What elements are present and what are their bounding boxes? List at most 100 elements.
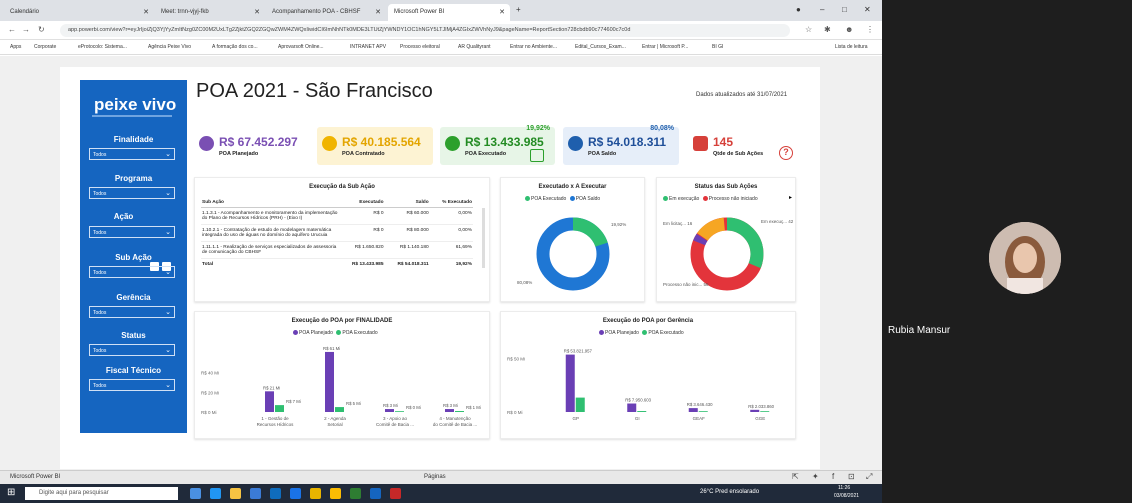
filter-status[interactable]: Todos ⌄ (89, 344, 175, 356)
close-icon[interactable]: ✕ (499, 8, 505, 16)
bar[interactable] (565, 354, 575, 412)
table-scrollbar[interactable] (482, 208, 485, 268)
filter-acao[interactable]: Todos ⌄ (89, 226, 175, 238)
bar[interactable] (637, 411, 647, 412)
forward-icon[interactable]: → (22, 25, 30, 34)
filter-sub-acao[interactable]: Todos ⌄ (89, 266, 175, 278)
gerencia-bar-chart[interactable]: R$ 0 Mi R$ 50 Mi R$ 53.821.957 GP R$ 7.950.6… (501, 312, 797, 440)
store-icon[interactable] (250, 488, 261, 499)
fullscreen-icon[interactable]: ⤢ (866, 472, 872, 482)
bar[interactable] (575, 397, 585, 412)
reload-icon[interactable]: ↻ (38, 25, 45, 34)
edge-icon[interactable] (210, 488, 221, 499)
taskbar-search[interactable]: Digite aqui para pesquisar (25, 487, 178, 500)
new-tab-icon[interactable]: + (516, 5, 521, 14)
bookmark-ar[interactable]: AR Qualityrant (458, 44, 491, 50)
star-icon[interactable]: ☆ (805, 25, 812, 34)
maximize-icon[interactable]: □ (842, 5, 847, 14)
kpi-poa-contratado[interactable]: R$ 40.185.564 POA Contratado (317, 127, 433, 165)
explorer-icon[interactable] (230, 488, 241, 499)
windows-start-icon[interactable]: ⊞ (7, 487, 15, 498)
bar[interactable] (455, 411, 464, 412)
bookmark-intranet[interactable]: INTRANET APV (350, 44, 386, 50)
bar[interactable] (385, 409, 394, 412)
bookmark-processo[interactable]: Processo eleitoral (400, 44, 440, 50)
bar[interactable] (688, 408, 698, 412)
bookmark-eprotocolo[interactable]: eProtocolo: Sistema... (78, 44, 127, 50)
column-header[interactable]: Saldo (384, 198, 430, 208)
bookmark-edital[interactable]: Edital_Cursos_Exam... (575, 44, 626, 50)
account-icon[interactable]: ● (796, 5, 801, 14)
legend-next-icon[interactable]: ▸ (789, 194, 792, 201)
close-icon[interactable]: ✕ (375, 8, 381, 16)
profile-icon[interactable]: ☻ (845, 25, 853, 34)
word-icon[interactable] (370, 488, 381, 499)
kpi-qtde-sub-acoes[interactable]: 145 Qtde de Sub Ações ? (688, 127, 800, 165)
bar[interactable] (750, 409, 760, 412)
bookmark-ambiente[interactable]: Entrar no Ambiente... (510, 44, 557, 50)
twitter-icon[interactable]: ✦ (812, 472, 819, 481)
kpi-poa-planejado[interactable]: R$ 67.452.297 POA Planejado (194, 127, 306, 165)
bookmark-formacao[interactable]: A formação dos co... (212, 44, 258, 50)
url-field[interactable]: app.powerbi.com/view?r=eyJrIjoiZjQ3YjYyZ… (60, 24, 790, 37)
pages-button[interactable]: Páginas (424, 474, 446, 480)
excel-icon[interactable] (350, 488, 361, 499)
bar[interactable] (325, 351, 334, 412)
facebook-icon[interactable]: f (832, 472, 834, 481)
help-icon[interactable]: ? (779, 146, 793, 160)
extensions-icon[interactable]: ✱ (824, 25, 831, 34)
bookmark-microsoft[interactable]: Entrar | Microsoft P... (642, 44, 688, 50)
weather-widget[interactable]: 26°C Pred ensolarado (700, 489, 759, 495)
kpi-poa-executado[interactable]: 19,92% R$ 13.433.985 POA Executado (440, 125, 555, 165)
bookmark-reading-list[interactable]: Lista de leitura (835, 44, 868, 50)
column-header[interactable]: Sub Ação (201, 198, 339, 208)
bookmark-agencia[interactable]: Agência Peixe Vivo (148, 44, 191, 50)
pdf-icon[interactable] (390, 488, 401, 499)
clock-time[interactable]: 11:26 (838, 485, 850, 491)
mail-icon[interactable] (270, 488, 281, 499)
finalidade-bar-chart[interactable]: R$ 0 Mi R$ 20 Mi R$ 40 Mi R$ 21 Mi R$ 7 Mi 1 … (195, 312, 491, 440)
column-header[interactable]: Executado (339, 198, 385, 208)
tab-calendar[interactable]: Calendário ✕ (4, 4, 154, 21)
task-view-icon[interactable] (190, 488, 201, 499)
bar[interactable] (395, 411, 404, 412)
bar[interactable] (335, 407, 344, 412)
bookmark-bi-gi[interactable]: BI GI (712, 44, 723, 50)
menu-icon[interactable]: ⋮ (866, 25, 874, 34)
bookmark-corporate[interactable]: Corporate (34, 44, 56, 50)
fit-icon[interactable]: ⊡ (848, 472, 855, 481)
donut-executado-chart[interactable] (501, 202, 646, 302)
share-icon[interactable]: ⇱ (792, 472, 799, 481)
filter-fiscal-tecnico[interactable]: Todos ⌄ (89, 379, 175, 391)
filter-programa[interactable]: Todos ⌄ (89, 187, 175, 199)
filter-finalidade[interactable]: Todos ⌄ (89, 148, 175, 160)
table-row[interactable]: 1.1.3.1 - Acompanhamento e monitoramento… (201, 207, 473, 225)
clock-date[interactable]: 03/08/2021 (834, 493, 859, 499)
tab-power-bi[interactable]: Microsoft Power BI ✕ (388, 4, 510, 21)
table-row[interactable]: 1.11.1.1 - Realização de serviços especi… (201, 241, 473, 259)
table-row[interactable]: 1.10.2.1 - Contratação de estudo de mode… (201, 224, 473, 242)
bookmark-aprovarsoft[interactable]: Aprovarsoft Online... (278, 44, 324, 50)
power-bi-brand[interactable]: Microsoft Power BI (10, 474, 60, 480)
chrome-icon[interactable] (330, 488, 341, 499)
bar[interactable] (698, 411, 708, 412)
bar[interactable] (760, 411, 770, 412)
close-icon[interactable]: ✕ (143, 8, 149, 16)
bar[interactable] (265, 391, 274, 412)
column-header[interactable]: % Executado (429, 198, 473, 208)
filter-gerencia[interactable]: Todos ⌄ (89, 306, 175, 318)
window-close-icon[interactable]: ✕ (864, 5, 871, 14)
tab-meet[interactable]: Meet: trnn-vjyj-fkb ✕ (155, 4, 265, 21)
back-icon[interactable]: ← (8, 25, 16, 34)
minimize-icon[interactable]: – (820, 5, 824, 14)
bar[interactable] (627, 403, 637, 412)
powerbi-taskbar-icon[interactable] (310, 488, 321, 499)
bookmark-apps[interactable]: Apps (10, 44, 21, 50)
bar[interactable] (275, 405, 284, 412)
outlook-icon[interactable] (290, 488, 301, 499)
tab-acompanhamento[interactable]: Acompanhamento POA - CBHSF ✕ (266, 4, 386, 21)
kpi-poa-saldo[interactable]: 80,08% R$ 54.018.311 POA Saldo (563, 125, 679, 165)
close-icon[interactable]: ✕ (254, 8, 260, 16)
bar[interactable] (445, 409, 454, 412)
donut-status-chart[interactable] (657, 202, 797, 302)
